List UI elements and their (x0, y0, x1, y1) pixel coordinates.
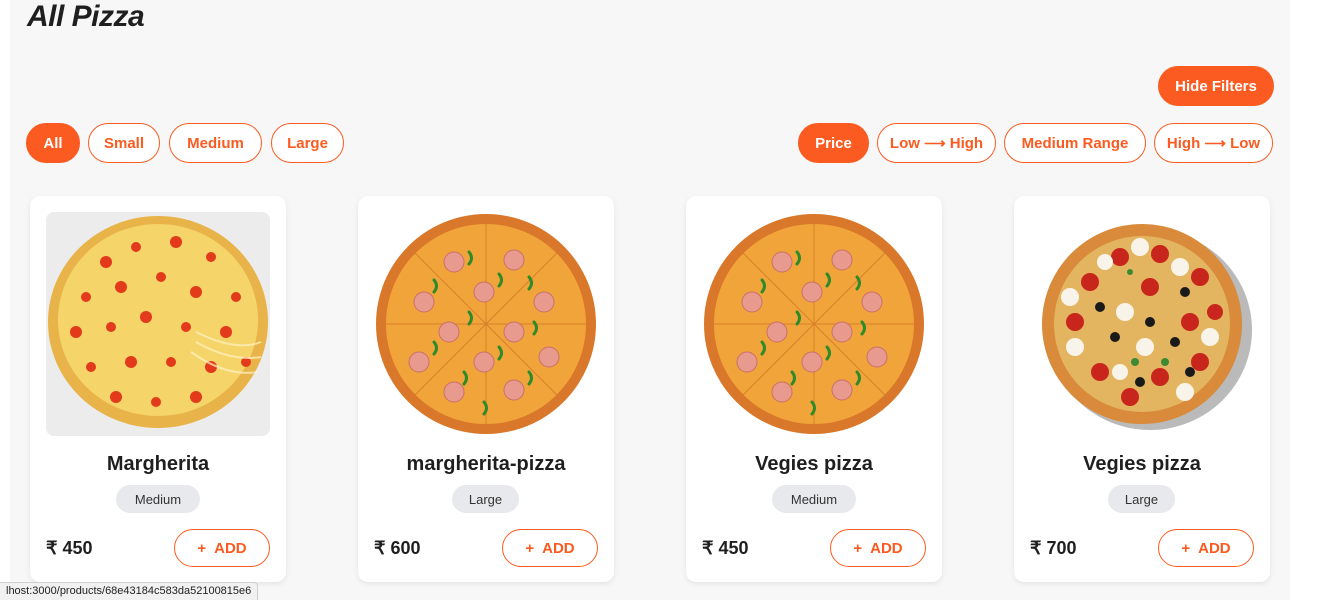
add-to-cart-button[interactable]: + ADD (1158, 529, 1254, 567)
size-badge: Medium (116, 485, 200, 513)
size-badge: Large (452, 485, 519, 513)
product-price: ₹ 450 (46, 538, 93, 558)
product-name: Margherita (106, 453, 210, 475)
filter-size-large[interactable]: Large (271, 123, 344, 163)
plus-icon: + (853, 539, 863, 557)
product-price: ₹ 700 (1030, 538, 1077, 558)
page-title: All Pizza (27, 0, 145, 33)
add-label: ADD (542, 539, 575, 557)
product-image-sausage-pizza[interactable] (374, 212, 598, 436)
product-name: Vegies pizza (1083, 453, 1201, 475)
product-image-pepperoni-pizza[interactable] (1030, 212, 1254, 436)
filter-price-medium-range[interactable]: Medium Range (1004, 123, 1146, 163)
status-bar-url: lhost:3000/products/68e43184c583da521008… (0, 582, 259, 600)
product-price: ₹ 600 (374, 538, 421, 558)
add-label: ADD (1198, 539, 1231, 557)
filter-price[interactable]: Price (798, 123, 869, 163)
filter-size-small[interactable]: Small (88, 123, 160, 163)
product-price: ₹ 450 (702, 538, 749, 558)
product-card[interactable]: margherita-pizza Large ₹ 600 + ADD (358, 196, 614, 582)
filter-size-medium[interactable]: Medium (169, 123, 262, 163)
product-image-cheese-pizza[interactable] (46, 212, 270, 436)
plus-icon: + (525, 539, 535, 557)
page-container: All Pizza Hide Filters All Small Medium … (10, 0, 1290, 600)
size-badge: Large (1108, 485, 1175, 513)
product-card[interactable]: Vegies pizza Large ₹ 700 + ADD (1014, 196, 1270, 582)
product-name: margherita-pizza (406, 453, 566, 475)
size-badge: Medium (772, 485, 856, 513)
filter-size-all[interactable]: All (26, 123, 80, 163)
add-label: ADD (214, 539, 247, 557)
add-label: ADD (870, 539, 903, 557)
hide-filters-button[interactable]: Hide Filters (1158, 66, 1274, 106)
add-to-cart-button[interactable]: + ADD (830, 529, 926, 567)
filter-price-low-high[interactable]: Low ⟶ High (877, 123, 996, 163)
product-image-sausage-pizza[interactable] (702, 212, 926, 436)
add-to-cart-button[interactable]: + ADD (502, 529, 598, 567)
plus-icon: + (1181, 539, 1191, 557)
plus-icon: + (197, 539, 207, 557)
add-to-cart-button[interactable]: + ADD (174, 529, 270, 567)
product-name: Vegies pizza (755, 453, 873, 475)
filter-price-high-low[interactable]: High ⟶ Low (1154, 123, 1273, 163)
product-card[interactable]: Vegies pizza Medium ₹ 450 + ADD (686, 196, 942, 582)
product-card[interactable]: Margherita Medium ₹ 450 + ADD (30, 196, 286, 582)
